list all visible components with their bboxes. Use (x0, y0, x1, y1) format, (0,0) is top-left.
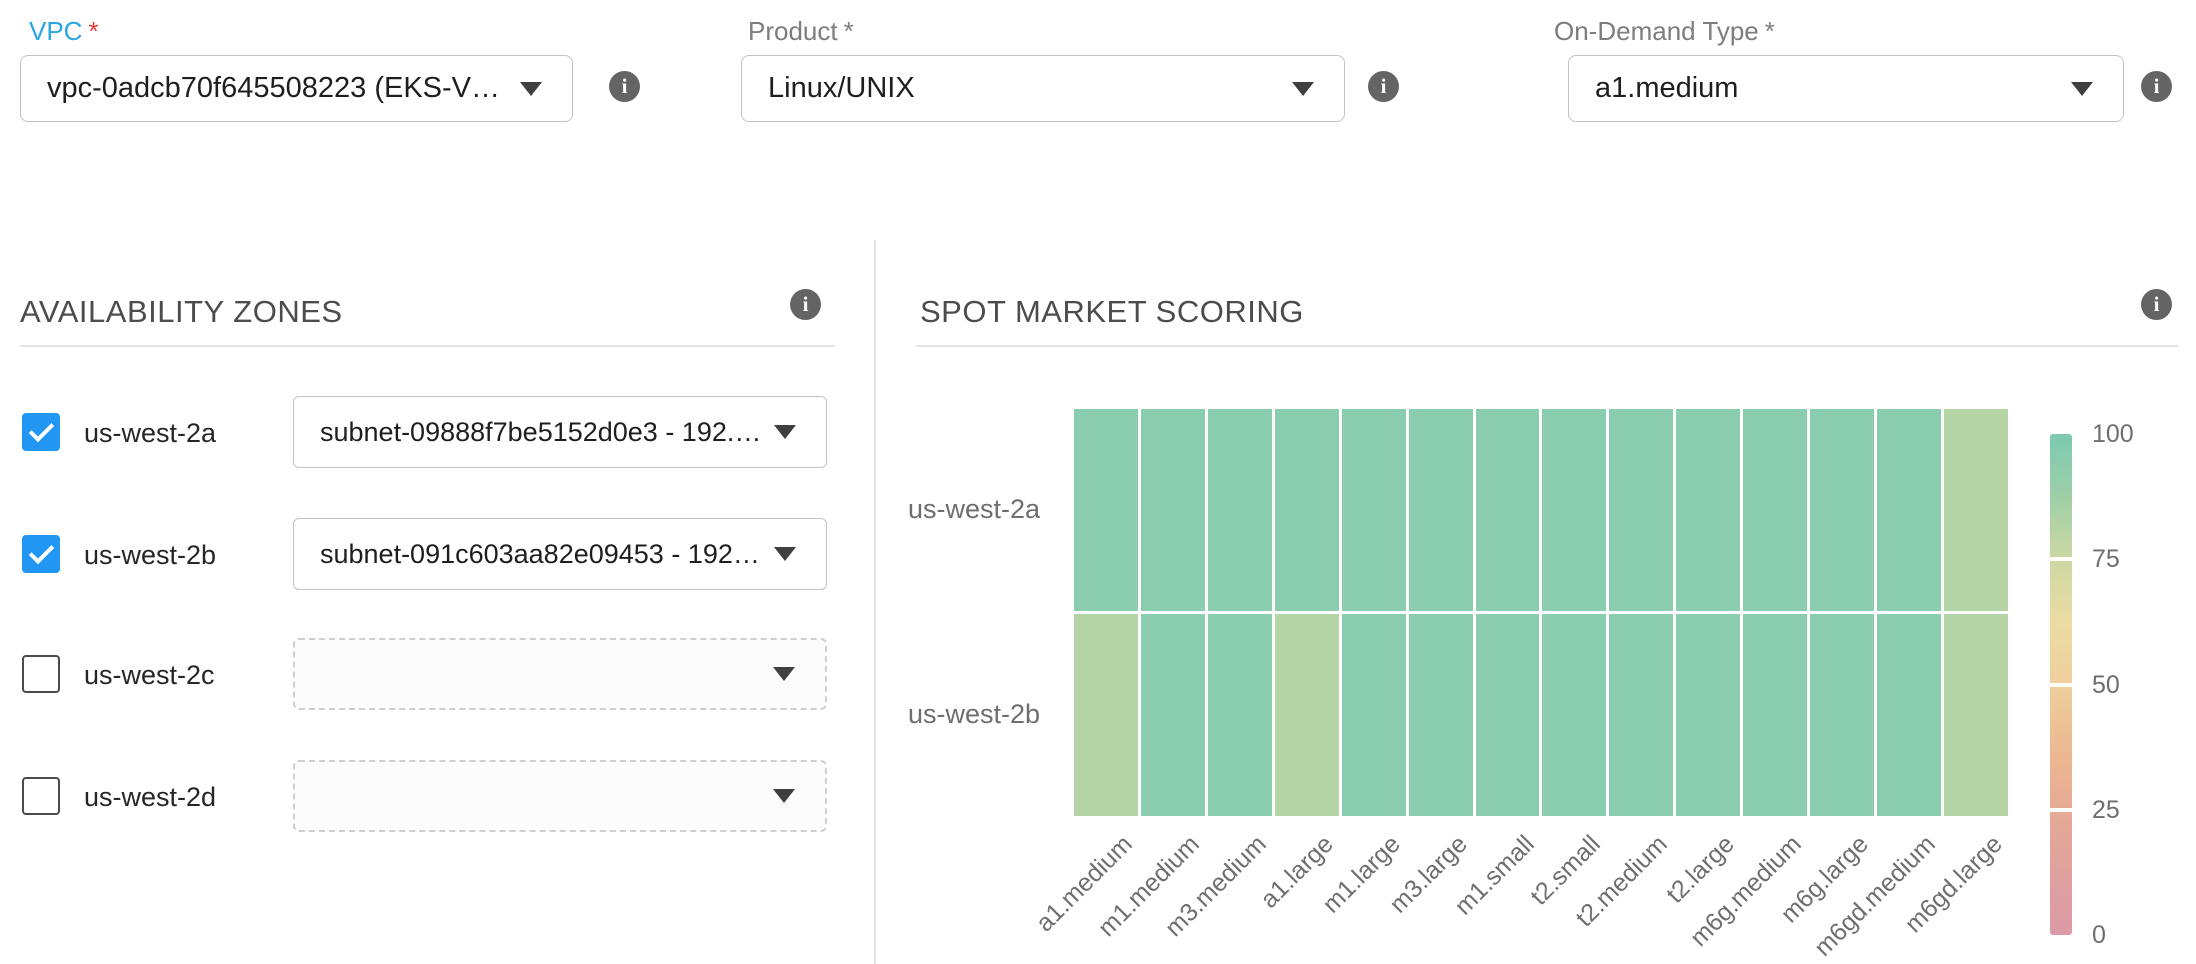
chevron-down-icon (520, 82, 542, 96)
availability-zones-info-icon[interactable]: i (790, 289, 821, 320)
chevron-down-icon (2071, 82, 2093, 96)
vpc-select-value: vpc-0adcb70f645508223 (EKS-VPC) (47, 72, 508, 105)
on-demand-type-select[interactable]: a1.medium (1568, 55, 2124, 122)
az-zone-label: us-west-2c (84, 660, 215, 691)
heatmap-cell-us-west-2a-m6gd.medium (1877, 409, 1941, 611)
heatmap-cell-us-west-2a-a1.medium (1074, 409, 1138, 611)
az-checkbox-us-west-2c[interactable] (22, 655, 60, 693)
az-zone-label: us-west-2d (84, 782, 216, 813)
heatmap-cell-us-west-2b-m1.large (1342, 614, 1406, 816)
heatmap-cell-us-west-2b-t2.small (1542, 614, 1606, 816)
chevron-down-icon (773, 789, 795, 803)
colorbar-tick-label: 25 (2092, 796, 2120, 825)
az-subnet-select-us-west-2a[interactable]: subnet-09888f7be5152d0e3 - 192.168… (293, 396, 827, 468)
availability-zones-divider (20, 345, 835, 347)
heatmap-cell-us-west-2b-m6g.large (1810, 614, 1874, 816)
heatmap-cell-us-west-2b-m1.small (1476, 614, 1540, 816)
heatmap-ylabel: us-west-2a (810, 494, 1040, 525)
colorbar-segment-gap (2050, 808, 2072, 812)
az-subnet-value: subnet-091c603aa82e09453 - 192.168… (320, 539, 762, 570)
heatmap-cell-us-west-2b-t2.large (1676, 614, 1740, 816)
heatmap-cell-us-west-2b-a1.large (1275, 614, 1339, 816)
heatmap-cell-us-west-2a-t2.small (1542, 409, 1606, 611)
colorbar-tick-label: 75 (2092, 545, 2120, 574)
heatmap-cell-us-west-2a-t2.large (1676, 409, 1740, 611)
colorbar-segment-gap (2050, 557, 2072, 561)
chevron-down-icon (774, 425, 796, 439)
heatmap-cell-us-west-2a-t2.medium (1609, 409, 1673, 611)
vpc-select[interactable]: vpc-0adcb70f645508223 (EKS-VPC) (20, 55, 573, 122)
product-label: Product* (748, 16, 854, 47)
chevron-down-icon (1292, 82, 1314, 96)
chevron-down-icon (774, 547, 796, 561)
colorbar-tick-label: 100 (2092, 420, 2134, 449)
heatmap-cell-us-west-2b-m3.large (1409, 614, 1473, 816)
heatmap-cell-us-west-2a-m6gd.large (1944, 409, 2008, 611)
heatmap-grid (1074, 409, 2008, 816)
product-label-text: Product (748, 16, 838, 46)
section-vertical-divider (874, 240, 876, 964)
colorbar-tick-label: 50 (2092, 671, 2120, 700)
az-checkbox-us-west-2d[interactable] (22, 777, 60, 815)
chevron-down-icon (773, 667, 795, 681)
product-select-value: Linux/UNIX (768, 72, 915, 105)
check-icon (28, 416, 53, 441)
az-subnet-select-us-west-2b[interactable]: subnet-091c603aa82e09453 - 192.168… (293, 518, 827, 590)
colorbar-segment-gap (2050, 683, 2072, 687)
heatmap-cell-us-west-2b-m3.medium (1208, 614, 1272, 816)
on-demand-type-select-value: a1.medium (1595, 72, 1738, 105)
az-subnet-select-us-west-2d[interactable] (293, 760, 827, 832)
product-info-icon[interactable]: i (1368, 71, 1399, 102)
heatmap-cell-us-west-2a-m6g.large (1810, 409, 1874, 611)
heatmap-cell-us-west-2b-m6g.medium (1743, 614, 1807, 816)
on-demand-type-label-text: On-Demand Type (1554, 16, 1759, 46)
heatmap-cell-us-west-2a-m1.medium (1141, 409, 1205, 611)
az-zone-label: us-west-2b (84, 540, 216, 571)
heatmap-cell-us-west-2b-m6gd.large (1944, 614, 2008, 816)
availability-zones-title: AVAILABILITY ZONES (20, 294, 343, 330)
heatmap-cell-us-west-2a-m3.large (1409, 409, 1473, 611)
heatmap-cell-us-west-2b-m1.medium (1141, 614, 1205, 816)
spot-market-scoring-divider (916, 345, 2178, 347)
heatmap-cell-us-west-2a-m1.small (1476, 409, 1540, 611)
colorbar-tick-label: 0 (2092, 921, 2106, 950)
product-required-marker: * (844, 16, 854, 46)
on-demand-type-required-marker: * (1765, 16, 1775, 46)
product-select[interactable]: Linux/UNIX (741, 55, 1345, 122)
on-demand-type-label: On-Demand Type* (1554, 16, 1775, 47)
heatmap-cell-us-west-2a-m1.large (1342, 409, 1406, 611)
vpc-required-marker: * (88, 16, 98, 46)
heatmap-cell-us-west-2a-m6g.medium (1743, 409, 1807, 611)
spot-market-scoring-title: SPOT MARKET SCORING (920, 294, 1304, 330)
heatmap-cell-us-west-2b-t2.medium (1609, 614, 1673, 816)
vpc-label-text: VPC (29, 16, 82, 46)
az-checkbox-us-west-2a[interactable] (22, 413, 60, 451)
az-subnet-value: subnet-09888f7be5152d0e3 - 192.168… (320, 417, 762, 448)
vpc-label: VPC* (29, 16, 99, 47)
spot-cluster-config-screen: VPC* vpc-0adcb70f645508223 (EKS-VPC) i P… (0, 0, 2196, 964)
heatmap-cell-us-west-2b-m6gd.medium (1877, 614, 1941, 816)
az-checkbox-us-west-2b[interactable] (22, 535, 60, 573)
heatmap-colorbar (2050, 434, 2072, 935)
check-icon (28, 538, 53, 563)
heatmap-cell-us-west-2a-a1.large (1275, 409, 1339, 611)
heatmap-cell-us-west-2b-a1.medium (1074, 614, 1138, 816)
az-subnet-select-us-west-2c[interactable] (293, 638, 827, 710)
spot-market-scoring-info-icon[interactable]: i (2141, 289, 2172, 320)
vpc-info-icon[interactable]: i (609, 71, 640, 102)
az-zone-label: us-west-2a (84, 418, 216, 449)
heatmap-cell-us-west-2a-m3.medium (1208, 409, 1272, 611)
on-demand-type-info-icon[interactable]: i (2141, 71, 2172, 102)
heatmap-ylabel: us-west-2b (810, 699, 1040, 730)
